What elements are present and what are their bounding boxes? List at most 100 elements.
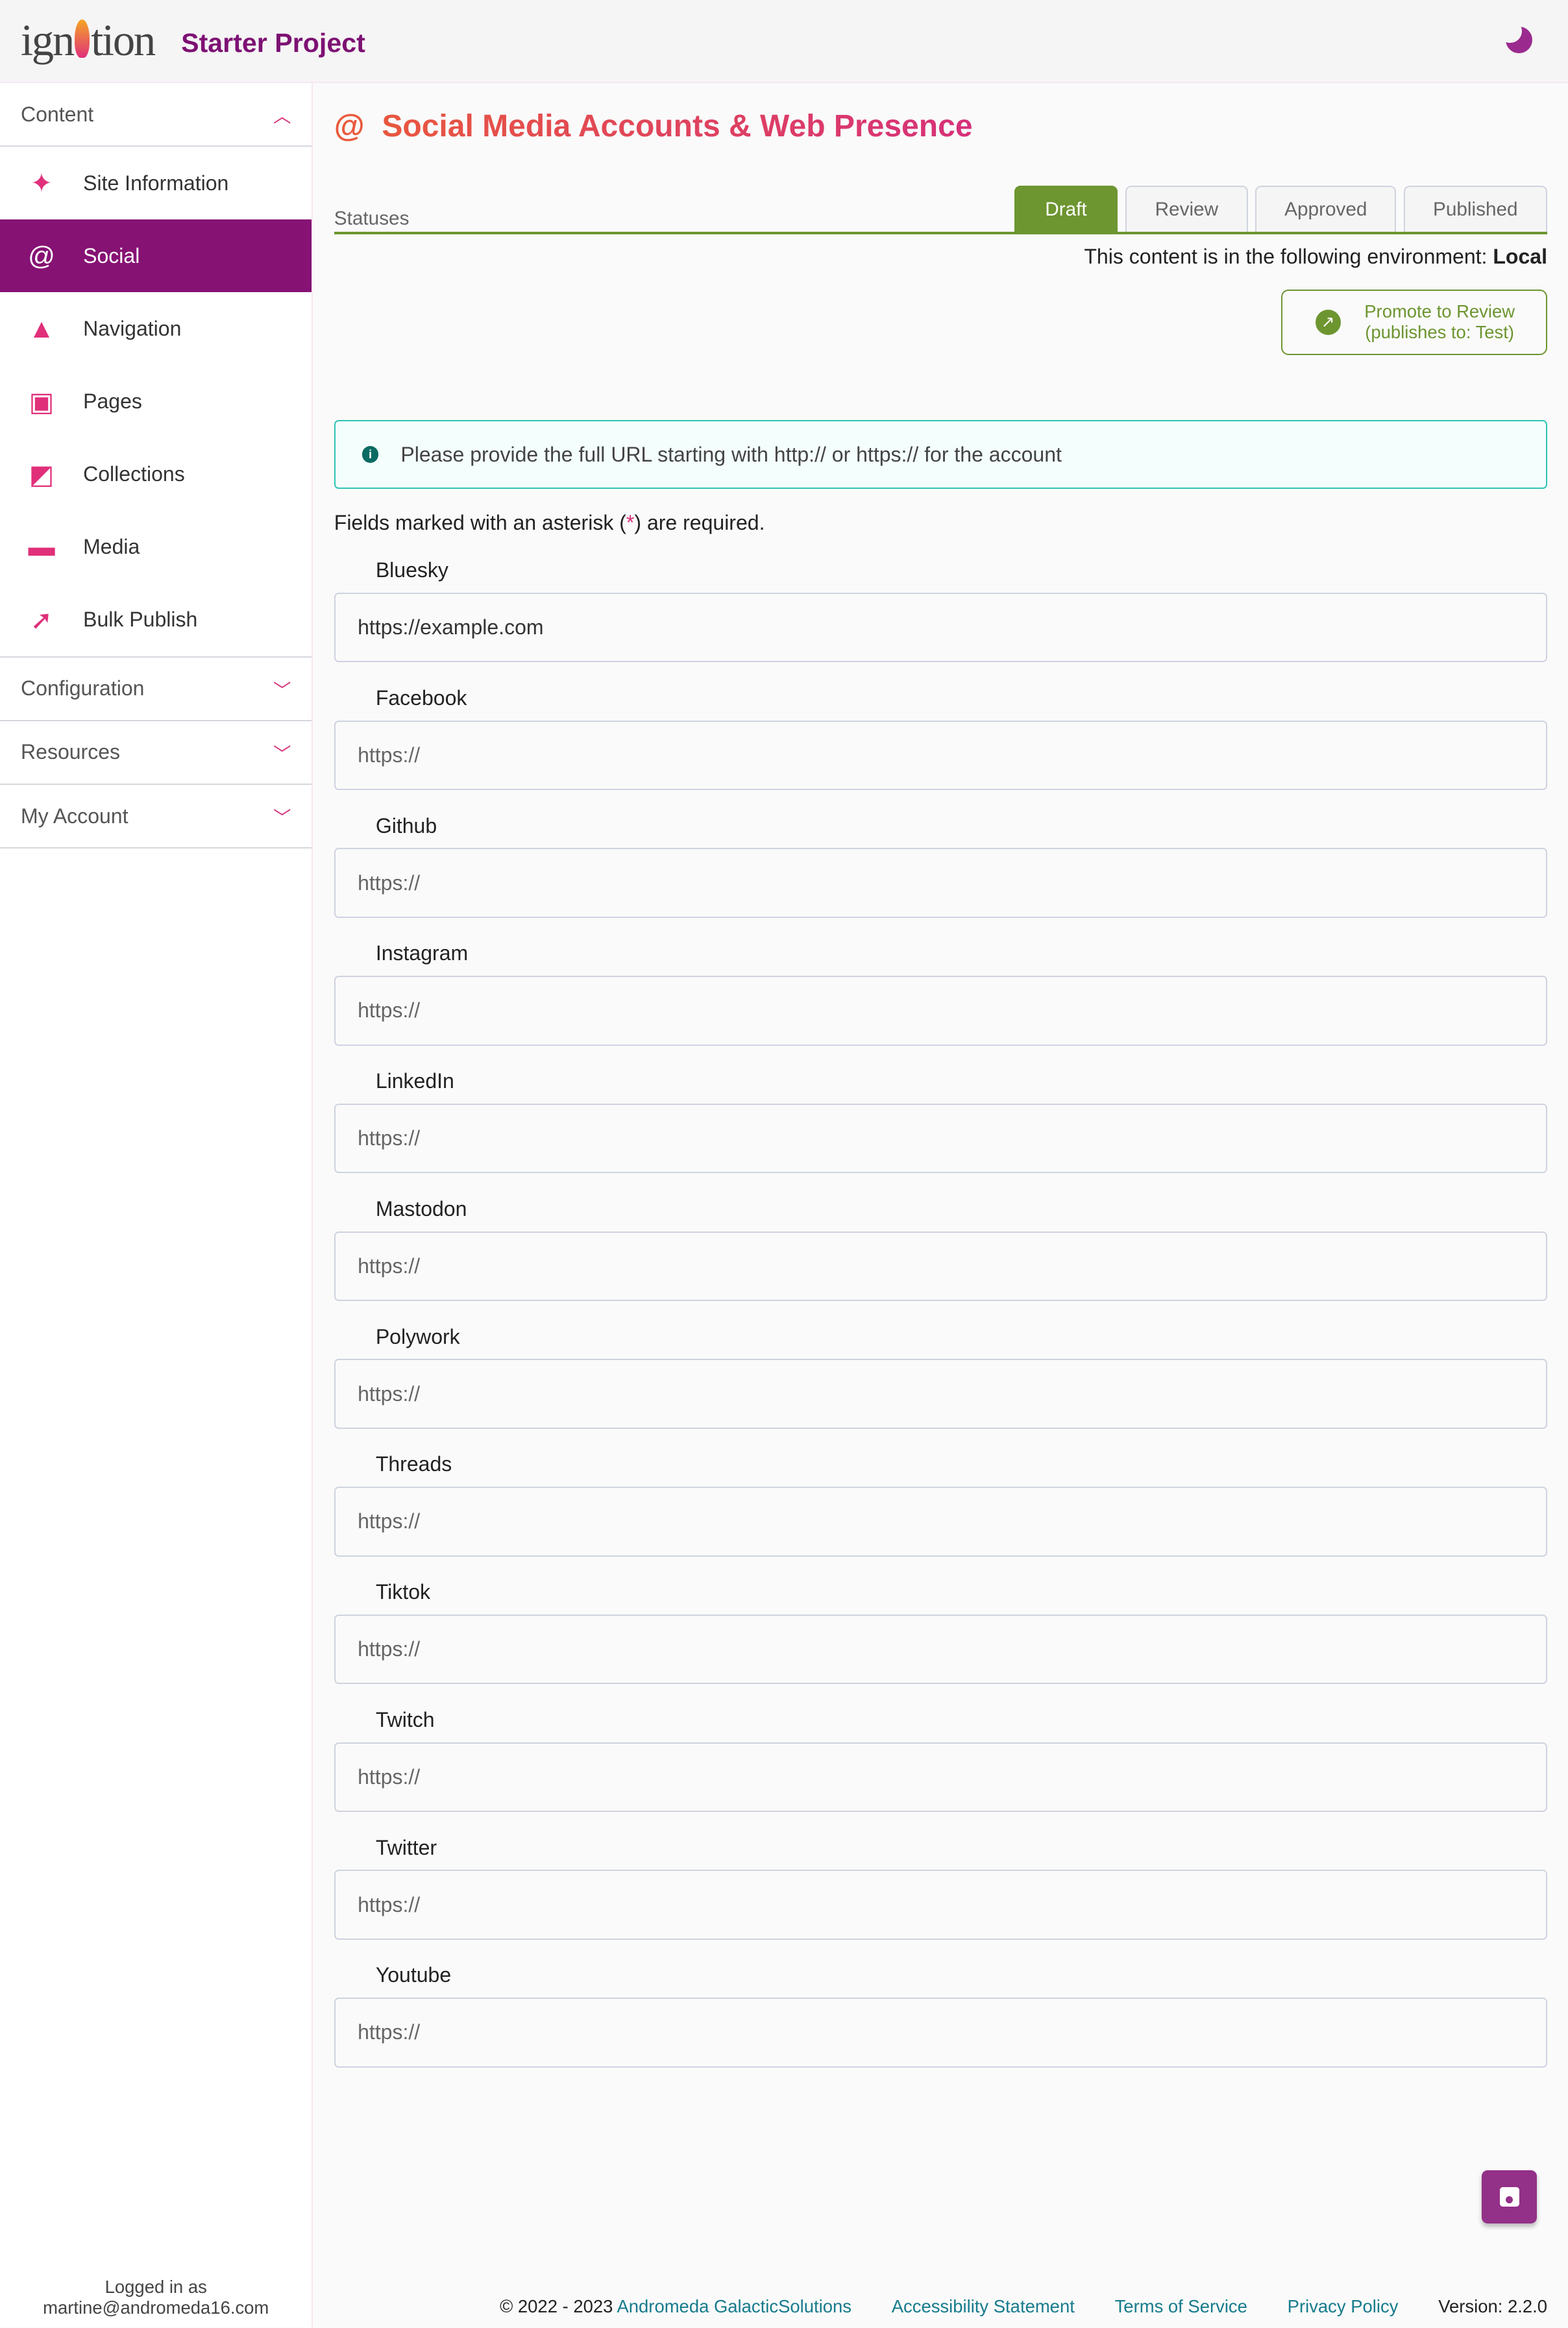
image-icon: ▬ (28, 532, 55, 562)
version: Version: 2.2.0 (1438, 2296, 1547, 2317)
page-title: @ Social Media Accounts & Web Presence (334, 108, 973, 144)
ignition-logo[interactable]: ign tion (21, 15, 156, 66)
info-icon: i (361, 446, 379, 463)
save-icon (1499, 2186, 1519, 2207)
field-label: Mastodon (375, 1196, 467, 1220)
sidebar-section-resources[interactable]: Resources ﹀ (0, 721, 312, 785)
page-title-text: Social Media Accounts & Web Presence (382, 109, 973, 143)
field-label: Threads (375, 1452, 452, 1476)
field-mastodon: Mastodon (334, 1194, 1547, 1322)
info-alert: i Please provide the full URL starting wi… (334, 420, 1547, 489)
tab-review[interactable]: Review (1125, 185, 1248, 233)
github-url-input[interactable] (334, 848, 1547, 918)
tab-approved[interactable]: Approved (1255, 185, 1397, 233)
section-label: Resources (21, 740, 121, 764)
privacy-link[interactable]: Privacy Policy (1288, 2296, 1399, 2317)
field-label: Polywork (375, 1324, 460, 1348)
promote-line2: (publishes to: Test) (1365, 322, 1515, 343)
sidebar-item-label: Social (83, 243, 140, 267)
logged-in-label: Logged in as (104, 2277, 207, 2297)
field-label: Bluesky (375, 558, 448, 582)
sidebar-item-label: Collections (83, 462, 185, 486)
sidebar-item-site-information[interactable]: ✦ Site Information (0, 147, 312, 219)
linkedin-url-input[interactable] (334, 1103, 1547, 1174)
sidebar-item-navigation[interactable]: ▲ Navigation (0, 292, 312, 365)
sidebar-item-label: Navigation (83, 316, 182, 340)
promote-label: Promote to Review (publishes to: Test) (1364, 301, 1515, 343)
chevron-down-icon: ﹀ (273, 680, 291, 700)
field-label: Tiktok (375, 1580, 431, 1604)
section-label: My Account (21, 804, 129, 828)
field-twitter: Twitter (334, 1833, 1547, 1961)
field-label: Twitter (375, 1835, 437, 1859)
field-label: Github (375, 813, 437, 837)
twitch-url-input[interactable] (334, 1742, 1547, 1813)
logged-in-user: martine@andromeda16.com (43, 2297, 269, 2318)
accessibility-link[interactable]: Accessibility Statement (892, 2296, 1075, 2317)
social-fields: Bluesky Facebook Github Instagram LinkedIn Ma… (334, 556, 1547, 2088)
field-threads: Threads (334, 1450, 1547, 1578)
polywork-url-input[interactable] (334, 1359, 1547, 1429)
chevron-up-icon: ︿ (273, 106, 291, 127)
info-text: Please provide the full URL starting wit… (400, 442, 1062, 466)
section-label: Configuration (21, 676, 145, 700)
moon-icon[interactable] (1498, 19, 1533, 54)
environment-label: This content is in the following environ… (1084, 245, 1493, 269)
publish-arrow-icon: ➚ (30, 604, 53, 635)
sidebar-item-label: Media (83, 535, 140, 559)
field-label: Facebook (375, 686, 467, 710)
tiktok-url-input[interactable] (334, 1614, 1547, 1685)
sidebar-item-social[interactable]: @ Social (0, 219, 312, 293)
field-youtube: Youtube (334, 1961, 1547, 2088)
field-label: Twitch (375, 1707, 435, 1731)
tab-draft[interactable]: Draft (1014, 185, 1118, 233)
logged-in-info: Logged in as martine@andromeda16.com (0, 2277, 312, 2318)
at-icon: @ (334, 109, 365, 143)
req-text: ) are required. (634, 511, 765, 535)
field-facebook: Facebook (334, 683, 1547, 811)
field-github: Github (334, 811, 1547, 939)
youtube-url-input[interactable] (334, 1998, 1547, 2068)
sidebar-item-media[interactable]: ▬ Media (0, 511, 312, 584)
field-label: LinkedIn (375, 1069, 454, 1093)
statuses-label: Statuses (334, 208, 410, 230)
facebook-url-input[interactable] (334, 720, 1547, 791)
field-label: Youtube (375, 1963, 452, 1987)
field-bluesky: Bluesky (334, 556, 1547, 684)
pages-icon: ▣ (29, 386, 55, 417)
field-tiktok: Tiktok (334, 1578, 1547, 1705)
tab-published[interactable]: Published (1403, 185, 1547, 233)
sidebar-item-bulk-publish[interactable]: ➚ Bulk Publish (0, 584, 312, 658)
promote-to-review-button[interactable]: ↗ Promote to Review (publishes to: Test) (1281, 290, 1547, 355)
sidebar-item-label: Site Information (83, 171, 229, 195)
required-note: Fields marked with an asterisk (*) are r… (334, 511, 765, 535)
chevron-down-icon: ﹀ (273, 743, 291, 764)
save-button[interactable] (1482, 2170, 1537, 2223)
terms-link[interactable]: Terms of Service (1115, 2296, 1247, 2317)
collections-icon: ◩ (29, 459, 55, 489)
sidebar-section-configuration[interactable]: Configuration ﹀ (0, 658, 312, 721)
arrow-up-right-icon: ↗ (1315, 310, 1341, 335)
copyright-text: © 2022 - 2023 (500, 2296, 617, 2317)
sidebar-item-collections[interactable]: ◩ Collections (0, 438, 312, 511)
field-twitch: Twitch (334, 1705, 1547, 1833)
copyright: © 2022 - 2023 Andromeda GalacticSolution… (500, 2296, 851, 2317)
sidebar-section-my-account[interactable]: My Account ﹀ (0, 785, 312, 849)
app-header: ign tion Starter Project (0, 0, 1568, 83)
status-tabs: Draft Review Approved Published (1014, 185, 1547, 233)
bluesky-url-input[interactable] (334, 592, 1547, 663)
chevron-down-icon: ﹀ (273, 808, 291, 828)
company-link[interactable]: Andromeda GalacticSolutions (617, 2296, 851, 2316)
footer: © 2022 - 2023 Andromeda GalacticSolution… (500, 2296, 1547, 2317)
req-text: Fields marked with an asterisk ( (334, 511, 626, 535)
sidebar-item-label: Pages (83, 390, 142, 414)
twitter-url-input[interactable] (334, 1870, 1547, 1940)
sidebar-item-label: Bulk Publish (83, 608, 198, 632)
asterisk: * (626, 511, 635, 535)
sidebar-section-content[interactable]: Content ︿ (0, 83, 312, 147)
sidebar-item-pages[interactable]: ▣ Pages (0, 365, 312, 438)
section-label: Content (21, 102, 94, 126)
mastodon-url-input[interactable] (334, 1231, 1547, 1302)
threads-url-input[interactable] (334, 1487, 1547, 1557)
instagram-url-input[interactable] (334, 976, 1547, 1046)
